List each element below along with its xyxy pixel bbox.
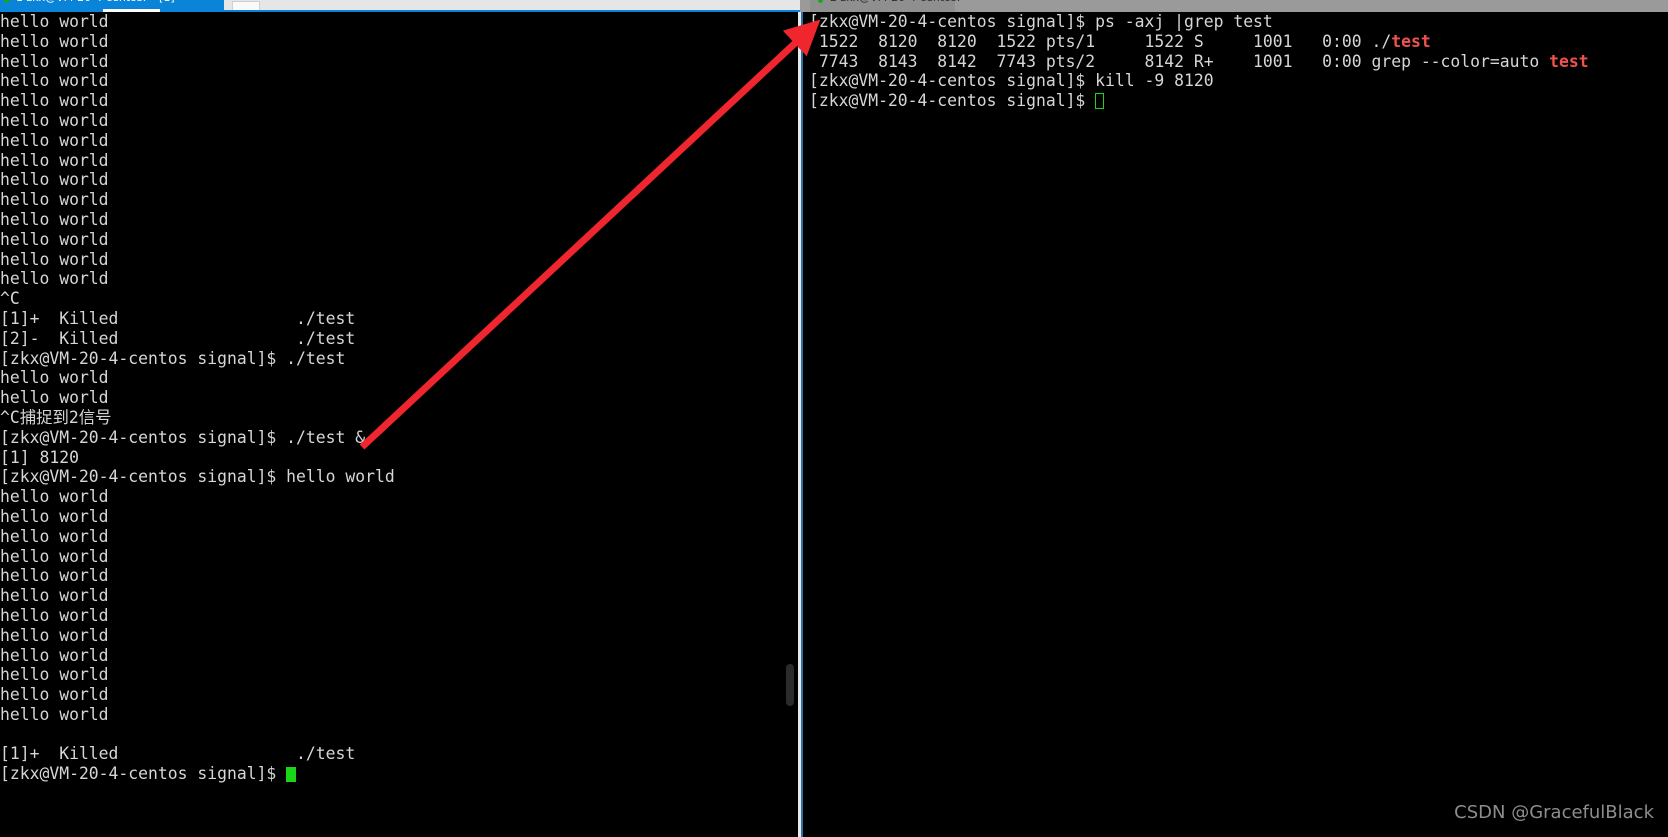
terminal-line: hello world — [0, 249, 109, 269]
terminal-line: hello world — [0, 150, 109, 170]
terminal-text: 7743 8143 8142 7743 pts/2 8142 R+ 1001 0… — [809, 51, 1550, 71]
terminal-line: [1]+ Killed ./test — [0, 308, 356, 328]
terminal-line: [1]+ Killed ./test — [0, 744, 356, 764]
terminal-line: hello world — [0, 487, 109, 507]
terminal-line: hello world — [0, 12, 109, 31]
tab-left-terminal-label: 1 zkx@VM-20-4-centos:~ [1] — [16, 0, 226, 6]
terminal-line: 7743 8143 8142 7743 pts/2 8142 R+ 1001 0… — [809, 52, 1668, 72]
terminal-line: [zkx@VM-20-4-centos signal]$ ./test & — [0, 427, 366, 447]
terminal-line: hello world — [0, 566, 109, 586]
terminal-line: hello world — [0, 190, 109, 210]
terminal-line: hello world — [0, 229, 109, 249]
terminal-line: [1] 8120 — [0, 447, 79, 467]
terminal-line: hello world — [0, 506, 109, 526]
terminal-line: hello world — [0, 91, 109, 111]
terminal-line: hello world — [0, 110, 109, 130]
left-tab-strip: 1 zkx@VM-20-4-centos:~ [1] — [0, 0, 800, 13]
terminal-line: hello world — [0, 665, 109, 685]
grep-match-text: test — [1549, 51, 1589, 71]
terminal-line: [zkx@VM-20-4-centos signal]$ — [809, 91, 1668, 111]
left-terminal-scrollbar-thumb[interactable] — [786, 664, 794, 706]
terminal-line: hello world — [0, 368, 109, 388]
terminal-cursor — [1095, 93, 1105, 110]
terminal-prompt-line: [zkx@VM-20-4-centos signal]$ — [0, 764, 782, 784]
left-terminal-scrollbar-track[interactable] — [782, 12, 798, 837]
tab-right-terminal-label: 2 zkx@VM-20-4-centos:~ [2] — [830, 0, 965, 6]
terminal-line: hello world — [0, 130, 109, 150]
terminal-line: hello world — [0, 526, 109, 546]
terminal-line: hello world — [0, 269, 109, 289]
terminal-line: [zkx@VM-20-4-centos signal]$ ps -axj |gr… — [809, 12, 1668, 32]
terminal-line: hello world — [0, 625, 109, 645]
terminal-text: [zkx@VM-20-4-centos signal]$ ps -axj |gr… — [809, 12, 1273, 31]
terminal-line: hello world — [0, 704, 109, 724]
terminal-line: hello world — [0, 546, 109, 566]
csdn-watermark: CSDN @GracefulBlack — [1454, 802, 1654, 823]
prompt-text: [zkx@VM-20-4-centos signal]$ — [0, 764, 287, 784]
terminal-line: hello world — [0, 586, 109, 606]
terminal-line: hello world — [0, 685, 109, 705]
terminal-line: ^C — [0, 289, 20, 309]
terminal-line: hello world — [0, 51, 109, 71]
grep-match-text: test — [1391, 31, 1431, 51]
terminal-text: 1522 8120 8120 1522 pts/1 1522 S 1001 0:… — [809, 31, 1392, 51]
terminal-text: [zkx@VM-20-4-centos signal]$ kill -9 812… — [809, 71, 1214, 91]
terminal-line: ^C捕捉到2信号 — [0, 407, 112, 427]
left-terminal-pane[interactable]: hello world hello world hello world hello w… — [0, 12, 782, 837]
terminal-line: hello world — [0, 31, 109, 51]
terminal-line: hello world — [0, 71, 109, 91]
window-tab-chrome: 1 zkx@VM-20-4-centos:~ [1] 2 zkx@VM-20-4… — [0, 0, 1668, 13]
terminal-line: hello world — [0, 605, 109, 625]
tab-status-dot-icon — [818, 0, 823, 3]
terminal-text: [zkx@VM-20-4-centos signal]$ — [809, 91, 1096, 111]
tab-right-terminal[interactable]: 2 zkx@VM-20-4-centos:~ [2] — [810, 0, 965, 12]
terminal-line: [2]- Killed ./test — [0, 328, 356, 348]
right-terminal-pane[interactable]: [zkx@VM-20-4-centos signal]$ ps -axj |gr… — [803, 12, 1668, 837]
terminal-cursor — [286, 767, 297, 783]
tab-status-dot-icon — [4, 0, 9, 3]
right-terminal-output: [zkx@VM-20-4-centos signal]$ ps -axj |gr… — [809, 12, 1668, 111]
left-terminal-output: hello world hello world hello world hello w… — [0, 12, 782, 784]
terminal-line: [zkx@VM-20-4-centos signal]$ kill -9 812… — [809, 71, 1668, 91]
terminal-line: 1522 8120 8120 1522 pts/1 1522 S 1001 0:… — [809, 32, 1668, 52]
terminal-line: hello world — [0, 209, 109, 229]
terminal-line: hello world — [0, 388, 109, 408]
terminal-line: hello world — [0, 645, 109, 665]
right-tab-strip: 2 zkx@VM-20-4-centos:~ [2] — [800, 0, 1668, 12]
terminal-line: [zkx@VM-20-4-centos signal]$ hello world — [0, 467, 395, 487]
terminal-line: hello world — [0, 170, 109, 190]
terminal-line: [zkx@VM-20-4-centos signal]$ ./test — [0, 348, 346, 368]
